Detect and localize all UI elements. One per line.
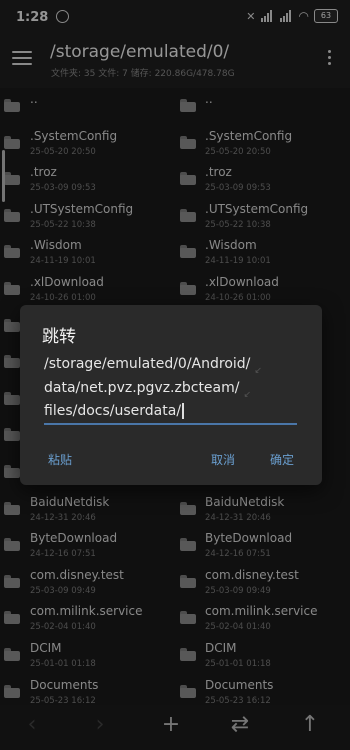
input-underline — [44, 423, 297, 425]
wrap-mark-icon: ↙ — [243, 389, 252, 400]
dialog-title: 跳转 — [42, 327, 76, 347]
wrap-mark-icon: ↙ — [254, 366, 262, 376]
cancel-button[interactable]: 取消 — [211, 451, 235, 468]
text-cursor — [182, 403, 184, 419]
ok-button[interactable]: 确定 — [270, 451, 294, 468]
path-input-line: /storage/emulated/0/Android/ — [44, 356, 251, 372]
goto-dialog: 跳转 /storage/emulated/0/Android/↙ data/ne… — [20, 305, 322, 485]
paste-button[interactable]: 粘贴 — [48, 451, 72, 468]
path-input-line: data/net.pvz.pgvz.zbcteam/ — [44, 379, 240, 396]
path-input-line: files/docs/userdata/ — [44, 403, 182, 419]
path-input[interactable]: /storage/emulated/0/Android/↙ data/net.p… — [44, 353, 296, 424]
